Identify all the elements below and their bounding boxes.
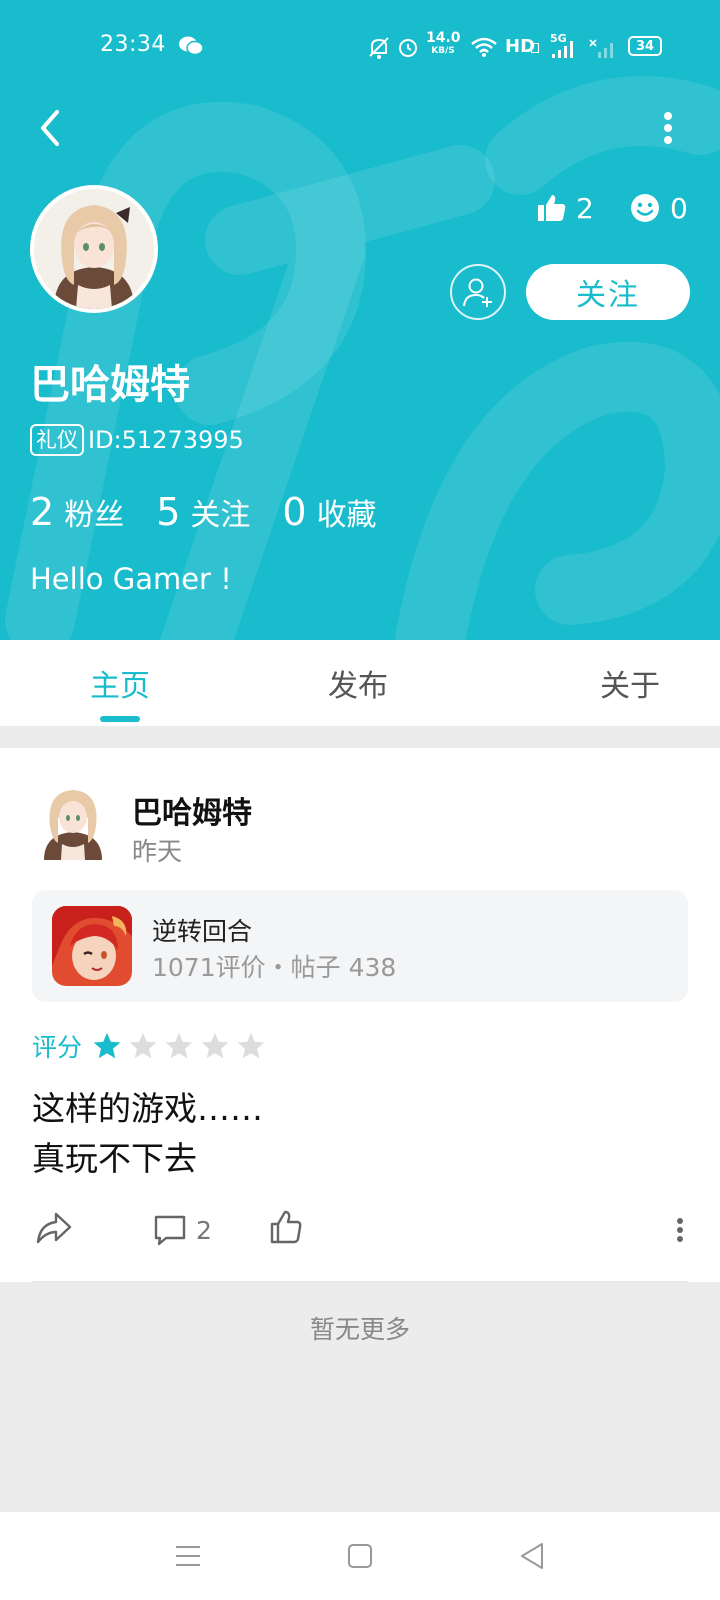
rating-stars bbox=[92, 1031, 272, 1061]
signal-icon bbox=[552, 41, 573, 58]
rating: 评分 bbox=[32, 1028, 272, 1064]
wechat-icon bbox=[178, 35, 204, 61]
user-id: ID:51273995 bbox=[88, 426, 244, 454]
status-bar: 23:34 14.0 KB/S HD 5G 34 bbox=[0, 0, 720, 96]
post-author-avatar[interactable] bbox=[34, 780, 112, 860]
post-actions: 2 bbox=[0, 1202, 720, 1262]
tab-posts[interactable]: 发布 bbox=[240, 640, 480, 726]
mute-bell-icon bbox=[369, 37, 389, 59]
game-icon bbox=[52, 906, 132, 986]
nav-back-button[interactable] bbox=[506, 1530, 558, 1582]
status-icons: 14.0 KB/S HD 5G 34 bbox=[360, 30, 695, 66]
watermark-logo bbox=[5, 76, 720, 640]
share-icon bbox=[36, 1212, 72, 1244]
nav-home-button[interactable] bbox=[334, 1530, 386, 1582]
post-divider bbox=[32, 1281, 688, 1282]
favorites-count[interactable]: 0 收藏 bbox=[282, 490, 376, 534]
like-button[interactable] bbox=[268, 1208, 312, 1252]
game-name: 逆转回合 bbox=[152, 917, 253, 946]
status-time: 23:34 bbox=[100, 32, 166, 57]
chevron-left-icon bbox=[41, 110, 59, 146]
user-bio: Hello Gamer ! bbox=[30, 562, 232, 596]
profile-tabs: 主页 发布 关于 bbox=[0, 640, 720, 726]
back-button[interactable] bbox=[24, 102, 76, 154]
follow-button[interactable]: 关注 bbox=[526, 264, 690, 320]
post-time: 昨天 bbox=[132, 837, 183, 866]
more-vertical-icon bbox=[664, 112, 672, 144]
add-user-icon bbox=[463, 278, 492, 307]
user-id-row: 礼仪 ID:51273995 bbox=[30, 424, 244, 456]
tab-home[interactable]: 主页 bbox=[0, 640, 240, 726]
triangle-back-icon bbox=[521, 1543, 543, 1569]
comment-icon bbox=[154, 1215, 186, 1246]
more-options-button[interactable] bbox=[642, 102, 694, 154]
post-author-name[interactable]: 巴哈姆特 bbox=[132, 788, 252, 832]
system-nav-bar bbox=[0, 1512, 720, 1600]
review-text: 这样的游戏…… 真玩不下去 bbox=[32, 1089, 263, 1178]
game-meta: 1071评价・帖子 438 bbox=[152, 953, 397, 982]
username: 巴哈姆特 bbox=[30, 362, 190, 408]
comment-button[interactable]: 2 bbox=[152, 1208, 212, 1252]
thumbs-up-outline-icon bbox=[270, 1210, 302, 1244]
menu-icon bbox=[176, 1546, 200, 1566]
tab-about[interactable]: 关于 bbox=[480, 640, 720, 726]
wifi-icon bbox=[471, 37, 497, 57]
rating-label: 评分 bbox=[32, 1033, 83, 1062]
network-speed: 14.0 KB/S bbox=[426, 30, 461, 56]
add-friend-button[interactable] bbox=[450, 264, 506, 320]
more-vertical-icon bbox=[677, 1218, 683, 1242]
profile-avatar[interactable] bbox=[30, 185, 158, 313]
active-tab-indicator bbox=[100, 716, 140, 722]
profile-header: 23:34 14.0 KB/S HD 5G 34 2 0 关注 巴哈姆特 礼仪 … bbox=[0, 0, 720, 640]
etiquette-badge: 礼仪 bbox=[30, 424, 84, 456]
thumbs-up-icon bbox=[538, 195, 566, 221]
star-empty-icon bbox=[129, 1032, 157, 1059]
star-empty-icon bbox=[201, 1032, 229, 1059]
review-post: 巴哈姆特 昨天 逆转回合 1071评价・帖子 438 评分 这样的游戏…… 真玩… bbox=[0, 748, 720, 1282]
share-button[interactable] bbox=[34, 1208, 78, 1252]
avatar-image bbox=[34, 189, 154, 309]
battery-icon: 34 bbox=[628, 36, 662, 56]
nav-menu-button[interactable] bbox=[162, 1530, 214, 1582]
likes-stat: 2 bbox=[536, 188, 594, 228]
star-filled-icon bbox=[93, 1032, 121, 1059]
square-home-icon bbox=[348, 1544, 372, 1568]
follow-counts: 2 粉丝 5 关注 0 收藏 bbox=[30, 490, 409, 534]
alarm-icon bbox=[399, 39, 417, 57]
comment-count: 2 bbox=[196, 1215, 212, 1245]
volte-box bbox=[531, 43, 539, 53]
smile-icon bbox=[631, 194, 659, 222]
smiles-count: 0 bbox=[670, 191, 688, 225]
game-card[interactable]: 逆转回合 1071评价・帖子 438 bbox=[32, 890, 688, 1002]
star-empty-icon bbox=[237, 1032, 265, 1059]
smiles-stat: 0 bbox=[630, 188, 688, 228]
signal-2-icon bbox=[589, 39, 613, 58]
likes-count: 2 bbox=[576, 191, 594, 225]
post-more-button[interactable] bbox=[660, 1208, 700, 1252]
star-empty-icon bbox=[165, 1032, 193, 1059]
followers-count[interactable]: 2 粉丝 bbox=[30, 490, 124, 534]
following-count[interactable]: 5 关注 bbox=[156, 490, 250, 534]
no-more-text: 暂无更多 bbox=[309, 1315, 410, 1344]
